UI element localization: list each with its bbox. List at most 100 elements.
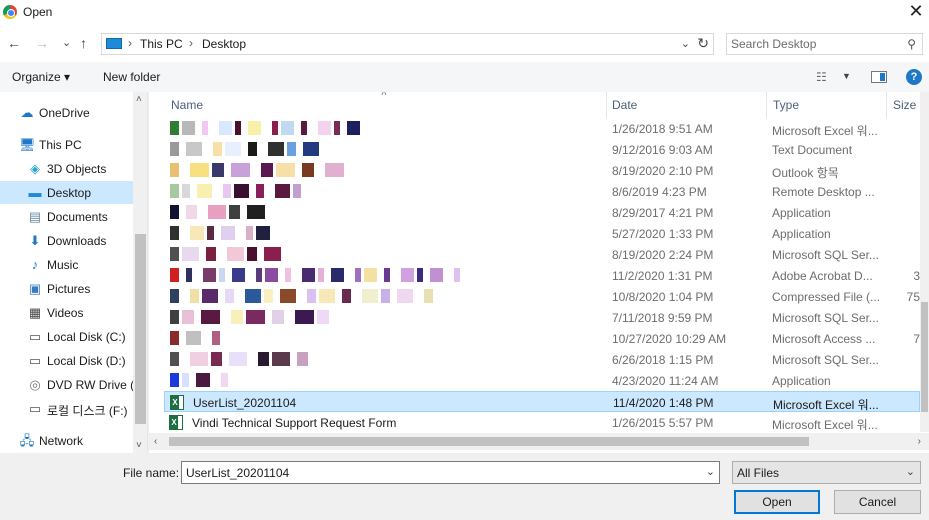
file-row[interactable]: 8/19/2020 2:24 PM Microsoft SQL Ser... bbox=[164, 244, 920, 265]
back-arrow-icon[interactable]: ← bbox=[7, 35, 21, 51]
redacted-name-block bbox=[381, 289, 390, 303]
sidebar-item[interactable]: ▭ Local Disk (D:) bbox=[0, 349, 133, 372]
sidebar-item[interactable]: ◎ DVD RW Drive (E bbox=[0, 373, 133, 396]
file-row[interactable]: 8/29/2017 4:21 PM Application bbox=[164, 202, 920, 223]
horizontal-scroll-thumb[interactable] bbox=[169, 437, 809, 446]
scroll-down-icon[interactable]: ˅ bbox=[136, 440, 142, 451]
sidebar-item-label: OneDrive bbox=[39, 106, 90, 120]
breadcrumb-this-pc[interactable]: This PC bbox=[140, 37, 183, 51]
sidebar-item[interactable]: ◈ 3D Objects bbox=[0, 157, 133, 180]
file-type-filter[interactable]: All Files ⌄ bbox=[732, 461, 921, 484]
redacted-name-block bbox=[293, 184, 301, 198]
open-button[interactable]: Open bbox=[734, 490, 820, 514]
sidebar-item[interactable]: ▦ Videos bbox=[0, 301, 133, 324]
file-row[interactable]: 6/26/2018 1:15 PM Microsoft SQL Ser... bbox=[164, 349, 920, 370]
breadcrumb-desktop[interactable]: Desktop bbox=[202, 37, 246, 51]
sidebar-item[interactable]: ♪ Music bbox=[0, 253, 133, 276]
sidebar-item[interactable]: ▣ Pictures bbox=[0, 277, 133, 300]
redacted-name-block bbox=[302, 268, 315, 282]
search-icon[interactable]: ⚲ bbox=[907, 37, 916, 51]
sidebar-scroll-thumb[interactable] bbox=[135, 234, 146, 424]
file-type: Text Document bbox=[772, 143, 853, 157]
file-type: Microsoft SQL Ser... bbox=[772, 248, 879, 262]
file-row[interactable]: 10/8/2020 1:04 PM Compressed File (... 75 bbox=[164, 286, 920, 307]
redacted-name-block bbox=[280, 289, 296, 303]
redacted-name-block bbox=[281, 121, 294, 135]
search-input[interactable] bbox=[731, 36, 901, 52]
file-row[interactable]: UserList_20201104 11/4/2020 1:48 PM Micros… bbox=[164, 391, 920, 412]
cancel-button[interactable]: Cancel bbox=[834, 490, 921, 514]
sidebar-scrollbar[interactable]: ˄ ˅ bbox=[133, 92, 147, 453]
file-row[interactable]: 1/26/2018 9:51 AM Microsoft Excel 워... bbox=[164, 118, 920, 139]
column-divider[interactable] bbox=[606, 92, 607, 118]
file-type: Microsoft Excel 워... bbox=[773, 398, 879, 412]
address-dropdown-icon[interactable]: ⌄ bbox=[681, 37, 690, 50]
column-header-size[interactable]: Size bbox=[893, 98, 916, 112]
address-bar[interactable]: › This PC › Desktop ⌄ ↻ bbox=[101, 33, 714, 55]
redacted-name-block bbox=[331, 268, 344, 282]
column-header-type[interactable]: Type bbox=[773, 98, 799, 112]
preview-pane-icon[interactable] bbox=[871, 71, 887, 83]
view-dropdown-icon[interactable]: ▼ bbox=[842, 71, 851, 81]
sidebar-item[interactable]: ▭ Local Disk (C:) bbox=[0, 325, 133, 348]
sidebar-item[interactable]: ☁ OneDrive bbox=[0, 101, 133, 124]
column-header-name[interactable]: Name bbox=[171, 98, 203, 112]
file-name-input[interactable] bbox=[186, 465, 686, 480]
new-folder-button[interactable]: New folder bbox=[103, 70, 160, 84]
vertical-scroll-thumb[interactable] bbox=[921, 302, 928, 412]
redacted-name-block bbox=[430, 268, 443, 282]
file-type-dropdown-icon[interactable]: ⌄ bbox=[906, 465, 915, 478]
file-row[interactable]: 10/27/2020 10:29 AM Microsoft Access ... 7 bbox=[164, 328, 920, 349]
scroll-left-icon[interactable]: ‹ bbox=[154, 436, 157, 447]
file-row[interactable]: 11/2/2020 1:31 PM Adobe Acrobat D... 3 bbox=[164, 265, 920, 286]
redacted-name-block bbox=[258, 352, 269, 366]
file-row[interactable]: 5/27/2020 1:33 PM Application bbox=[164, 223, 920, 244]
file-row[interactable]: 8/19/2020 2:10 PM Outlook 항목 bbox=[164, 160, 920, 181]
file-row[interactable]: 8/6/2019 4:23 PM Remote Desktop ... bbox=[164, 181, 920, 202]
sidebar-item[interactable]: ⬇ Downloads bbox=[0, 229, 133, 252]
sidebar-item-icon: ▭ bbox=[28, 401, 42, 416]
file-date: 7/11/2018 9:59 PM bbox=[612, 311, 713, 325]
file-name: Vindi Technical Support Request Form bbox=[192, 416, 397, 430]
column-divider[interactable] bbox=[886, 92, 887, 118]
redacted-name-block bbox=[247, 247, 257, 261]
redacted-name-block bbox=[318, 268, 324, 282]
scroll-up-icon[interactable]: ˄ bbox=[136, 94, 142, 105]
file-list-vertical-scrollbar[interactable] bbox=[920, 92, 929, 432]
sidebar-item-icon: ♪ bbox=[31, 257, 39, 272]
view-options-icon[interactable]: ☷ bbox=[816, 70, 827, 84]
redacted-name-block bbox=[211, 352, 222, 366]
file-list-horizontal-scrollbar[interactable]: ‹ › bbox=[149, 433, 929, 450]
file-row[interactable]: 9/12/2016 9:03 AM Text Document bbox=[164, 139, 920, 160]
file-row[interactable]: 7/11/2018 9:59 PM Microsoft SQL Ser... bbox=[164, 307, 920, 328]
file-name-combobox[interactable]: ⌄ bbox=[181, 461, 720, 484]
redacted-name-block bbox=[207, 226, 214, 240]
sidebar-item[interactable]: ▭ 로컬 디스크 (F:) bbox=[0, 397, 133, 420]
redacted-name-block bbox=[272, 352, 290, 366]
column-header-date[interactable]: Date bbox=[612, 98, 637, 112]
file-date: 6/26/2018 1:15 PM bbox=[612, 353, 714, 367]
file-name-dropdown-icon[interactable]: ⌄ bbox=[706, 465, 715, 478]
redacted-name-block bbox=[231, 310, 243, 324]
search-box[interactable]: ⚲ bbox=[726, 33, 923, 55]
file-row[interactable]: Vindi Technical Support Request Form 1/26… bbox=[164, 412, 920, 433]
organize-menu[interactable]: Organize ▾ bbox=[12, 70, 70, 84]
recent-locations-icon[interactable]: ⌄ bbox=[62, 36, 71, 49]
redacted-name-block bbox=[170, 184, 179, 198]
close-button[interactable]: ✕ bbox=[903, 0, 929, 24]
up-arrow-icon[interactable]: ↑ bbox=[80, 35, 87, 51]
column-divider[interactable] bbox=[766, 92, 767, 118]
redacted-name-block bbox=[219, 121, 232, 135]
file-row[interactable]: 4/23/2020 11:24 AM Application bbox=[164, 370, 920, 391]
redacted-name-block bbox=[170, 226, 179, 240]
sidebar-item[interactable]: 🖧 Network bbox=[0, 429, 133, 452]
redacted-name-block bbox=[170, 268, 179, 282]
redacted-name-block bbox=[275, 184, 290, 198]
help-icon[interactable]: ? bbox=[906, 69, 922, 85]
sidebar-item[interactable]: 🖥 This PC bbox=[0, 133, 133, 156]
sidebar-item[interactable]: ▤ Documents bbox=[0, 205, 133, 228]
sidebar-item[interactable]: ▬ Desktop bbox=[0, 181, 133, 204]
forward-arrow-icon[interactable]: → bbox=[35, 35, 49, 51]
scroll-right-icon[interactable]: › bbox=[918, 436, 921, 447]
refresh-icon[interactable]: ↻ bbox=[697, 35, 709, 52]
